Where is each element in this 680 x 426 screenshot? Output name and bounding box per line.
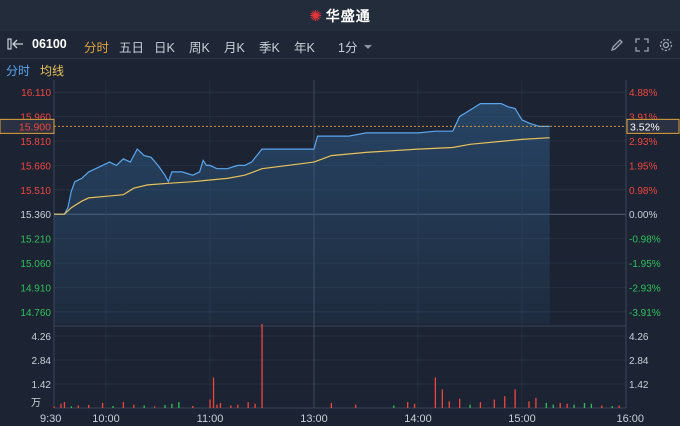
volume-bar (528, 401, 530, 408)
volume-bar (60, 403, 62, 408)
volume-bar (479, 402, 482, 408)
price-tick-label: 14.910 (20, 283, 51, 294)
price-tick-label: 15.810 (20, 137, 51, 148)
volume-bar (53, 406, 55, 408)
volume-bar (413, 403, 416, 408)
volume-bar (133, 404, 135, 408)
volume-bar (77, 405, 79, 408)
x-tick-label: 11:00 (197, 413, 224, 425)
volume-bar (493, 399, 495, 408)
volume-bar (535, 397, 537, 408)
volume-bar (122, 402, 125, 408)
volume-tick-label: 1.42 (32, 380, 52, 391)
volume-bar (434, 377, 437, 408)
volume-bar (212, 377, 215, 408)
pct-tick-label: 1.95% (629, 161, 657, 172)
volume-bar (254, 403, 256, 408)
volume-bar (504, 396, 506, 408)
volume-bar (237, 404, 239, 408)
volume-tick-label: 2.84 (32, 356, 52, 367)
intraday-chart: 16.11015.96015.81015.66015.51015.36015.2… (0, 80, 680, 425)
pct-tick-label: -1.95% (629, 259, 661, 270)
volume-bar (355, 404, 357, 408)
price-tick-label: 16.110 (21, 88, 51, 99)
volume-bar (101, 402, 104, 408)
volume-bar (88, 404, 90, 408)
price-tick-label: 15.060 (20, 259, 51, 270)
price-tick-label: 15.660 (20, 161, 51, 172)
volume-bar (514, 389, 516, 408)
price-area (54, 103, 550, 324)
volume-bar (618, 405, 620, 408)
volume-bar (393, 405, 395, 408)
volume-bar (63, 402, 66, 408)
x-tick-label: 14:00 (404, 413, 432, 425)
volume-bar (164, 404, 166, 408)
x-tick-label: 15:00 (508, 413, 536, 425)
current-price-label: 15.900 (19, 121, 51, 133)
pct-tick-label: 0.00% (629, 210, 657, 221)
volume-bar (559, 402, 561, 408)
pct-tick-label: -2.93% (629, 283, 661, 294)
volume-bar (219, 402, 222, 408)
volume-unit-label: 万 (31, 398, 41, 409)
pct-tick-label: 4.88% (629, 88, 657, 99)
volume-bar (209, 399, 211, 408)
x-tick-label: 13:00 (300, 413, 328, 425)
volume-bar (601, 405, 603, 408)
price-tick-label: 14.760 (20, 308, 51, 319)
pct-tick-label: 0.98% (629, 186, 657, 197)
volume-bar (112, 405, 114, 408)
volume-bar (330, 402, 333, 408)
volume-bar (611, 405, 613, 408)
volume-bar (448, 401, 450, 408)
volume-bar (192, 405, 194, 408)
volume-bar (441, 389, 443, 408)
volume-bar (469, 404, 471, 408)
volume-bar (590, 403, 593, 408)
price-tick-label: 15.510 (20, 186, 51, 197)
volume-bar (545, 402, 547, 408)
pct-tick-label: 2.93% (629, 137, 657, 148)
volume-tick-label: 4.26 (32, 332, 52, 343)
price-tick-label: 15.210 (20, 235, 51, 246)
volume-bar (552, 404, 554, 408)
volume-bar (230, 405, 232, 408)
volume-bar (171, 403, 173, 408)
volume-tick-label: 4.26 (629, 332, 649, 343)
current-pct-label: 3.52% (630, 121, 660, 133)
volume-bar (153, 406, 156, 408)
volume-bar (407, 402, 409, 408)
x-tick-label: 10:00 (92, 413, 120, 425)
price-tick-label: 15.360 (20, 210, 51, 221)
volume-tick-label: 2.84 (629, 356, 649, 367)
pct-tick-label: -3.91% (629, 308, 661, 319)
volume-bar (216, 404, 218, 408)
volume-tick-label: 1.42 (629, 380, 649, 391)
volume-bar (566, 403, 568, 408)
volume-bar (583, 402, 586, 408)
volume-bar (178, 402, 180, 408)
volume-bar (261, 324, 263, 408)
volume-bar (70, 406, 73, 408)
x-tick-label: 16:00 (616, 413, 644, 425)
volume-bar (459, 398, 461, 408)
volume-bar (143, 405, 145, 408)
x-tick-label: 9:30 (40, 413, 61, 425)
volume-bar (247, 402, 249, 408)
volume-bar (573, 404, 575, 408)
pct-tick-label: -0.98% (629, 235, 661, 246)
